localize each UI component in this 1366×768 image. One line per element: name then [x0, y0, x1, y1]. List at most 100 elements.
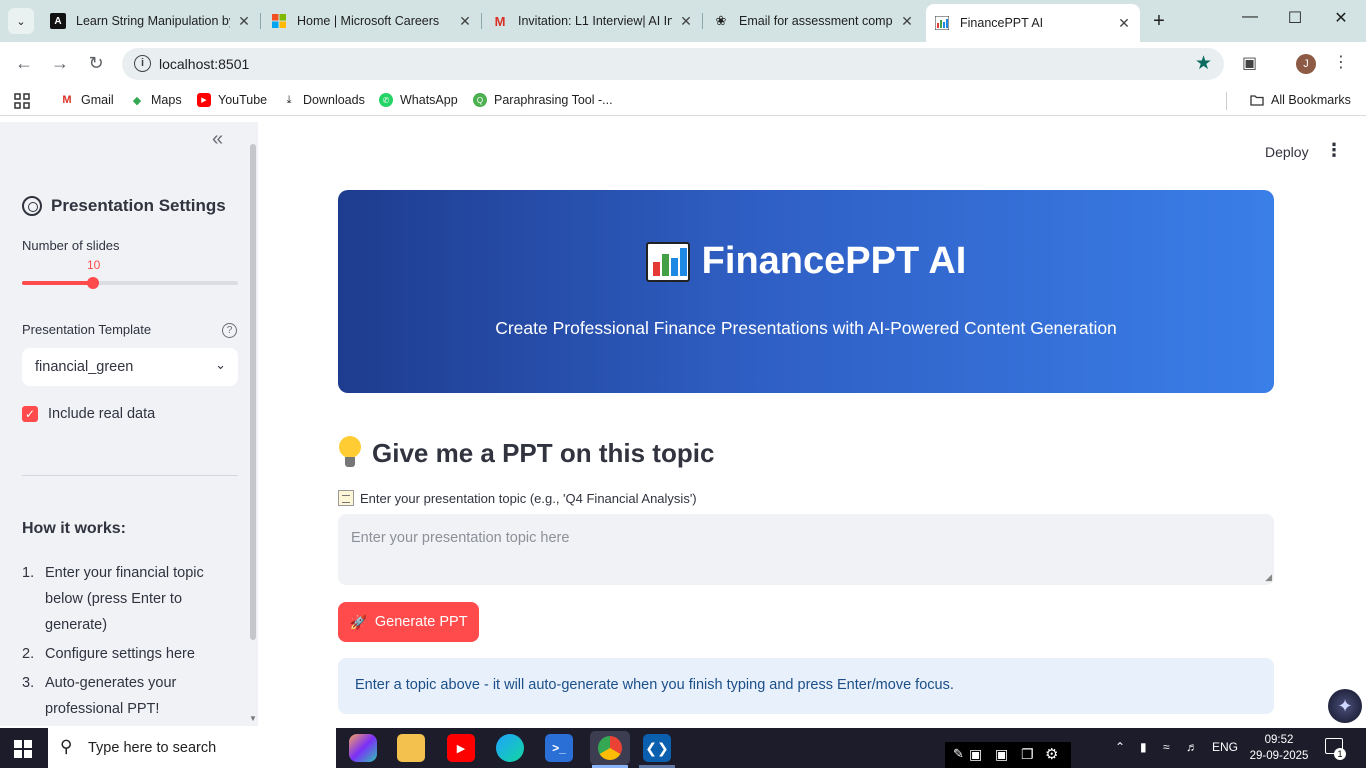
pen-icon[interactable]: ✎ — [953, 746, 964, 762]
chrome-taskbar-button[interactable] — [590, 731, 630, 765]
bookmark-whatsapp[interactable]: ✆ WhatsApp — [379, 93, 458, 107]
close-tab-icon[interactable]: ✕ — [1116, 15, 1132, 32]
video-camera-icon[interactable]: ▣ — [995, 746, 1008, 763]
gear-icon — [22, 196, 42, 216]
minimize-icon[interactable]: — — [1235, 8, 1265, 26]
browser-tab[interactable]: A Learn String Manipulation by ✕ — [42, 6, 261, 36]
resize-handle-icon[interactable]: ◢ — [1265, 572, 1272, 583]
slides-value: 10 — [87, 258, 101, 272]
taskbar-clock[interactable]: 09:52 29-09-2025 — [1249, 732, 1309, 764]
wifi-icon[interactable]: ≈ — [1163, 740, 1170, 754]
copilot-icon[interactable] — [349, 734, 377, 762]
battery-icon[interactable]: ▮ — [1140, 740, 1147, 754]
tab-title: FinancePPT AI — [960, 16, 1044, 30]
chrome-icon — [598, 736, 622, 760]
topic-label-text: Enter your presentation topic (e.g., 'Q4… — [360, 490, 697, 506]
collapse-sidebar-icon[interactable]: « — [212, 128, 223, 151]
forward-arrow-icon[interactable]: → — [48, 53, 72, 74]
all-bookmarks-button[interactable]: All Bookmarks — [1250, 93, 1351, 107]
site-info-icon[interactable]: i — [134, 55, 151, 72]
slider-fill — [22, 281, 93, 285]
windows-taskbar: ⚲ Type here to search ▶ >_ ❮❯ ⌃ ▮ ≈ ♬ EN… — [0, 728, 1366, 768]
file-explorer-icon[interactable] — [397, 734, 425, 762]
url-text[interactable]: localhost:8501 — [159, 56, 249, 72]
template-value: financial_green — [35, 359, 134, 375]
address-bar[interactable]: i localhost:8501 ★ — [122, 48, 1224, 80]
back-arrow-icon[interactable]: ← — [12, 53, 36, 74]
language-indicator[interactable]: ENG — [1212, 740, 1238, 754]
bookmark-maps[interactable]: ◆ Maps — [130, 93, 182, 107]
close-tab-icon[interactable]: ✕ — [899, 13, 915, 30]
bookmark-star-icon[interactable]: ★ — [1195, 52, 1212, 75]
topic-heading-text: Give me a PPT on this topic — [372, 437, 715, 468]
hero-subtitle: Create Professional Finance Presentation… — [495, 318, 1117, 338]
close-tab-icon[interactable]: ✕ — [236, 13, 252, 30]
main-menu-icon[interactable]: ⋮ — [1325, 140, 1343, 161]
download-icon: ⤓ — [286, 93, 292, 106]
taskbar-search[interactable]: ⚲ Type here to search — [48, 728, 336, 768]
step-text: Configure settings here — [45, 646, 195, 662]
extensions-puzzle-icon[interactable]: ▣ — [1242, 53, 1257, 73]
profile-avatar[interactable]: J — [1296, 54, 1316, 74]
vscode-icon[interactable]: ❮❯ — [643, 734, 671, 762]
taskbar-search-placeholder: Type here to search — [88, 740, 217, 756]
powershell-icon[interactable]: >_ — [545, 734, 573, 762]
gmail-icon: M — [62, 94, 72, 106]
close-window-icon[interactable]: ✕ — [1326, 8, 1356, 28]
browser-tab[interactable]: Home | Microsoft Careers ✕ — [263, 6, 482, 36]
bookmark-paraphrasing-tool[interactable]: Q Paraphrasing Tool -... — [473, 93, 613, 107]
topic-heading: Give me a PPT on this topic — [338, 436, 714, 470]
bookmarks-divider — [1226, 92, 1227, 110]
close-tab-icon[interactable]: ✕ — [678, 13, 694, 30]
camera-icon[interactable]: ▣ — [969, 746, 982, 763]
browser-toolbar: ← → ↻ i localhost:8501 ★ — [0, 42, 1366, 86]
template-select[interactable]: financial_green ⌄ — [22, 348, 238, 386]
how-it-works-list: 1. Enter your financial topic below (pre… — [22, 560, 232, 725]
openai-icon: ❀ — [715, 13, 727, 28]
browser-tab[interactable]: M Invitation: L1 Interview| AI In ✕ — [484, 6, 703, 36]
generate-button-label: Generate PPT — [374, 614, 468, 630]
slides-slider[interactable] — [22, 277, 238, 289]
bookmark-label: YouTube — [218, 93, 268, 107]
volume-icon[interactable]: ♬ — [1186, 740, 1198, 754]
windows-icon[interactable]: ❐ — [1021, 746, 1034, 763]
bookmark-youtube[interactable]: ▶ YouTube — [197, 93, 267, 107]
scroll-down-arrow-icon[interactable]: ▼ — [249, 714, 257, 723]
new-tab-plus-icon[interactable]: + — [1148, 10, 1170, 33]
youtube-app-icon[interactable]: ▶ — [447, 734, 475, 762]
slides-label: Number of slides — [22, 238, 120, 253]
generate-ppt-button[interactable]: 🚀 Generate PPT — [338, 602, 479, 642]
close-tab-icon[interactable]: ✕ — [457, 13, 473, 30]
browser-menu-icon[interactable]: ⋮ — [1333, 52, 1349, 72]
sidebar-scrollbar[interactable] — [250, 144, 256, 640]
tray-chevron-up-icon[interactable]: ⌃ — [1115, 740, 1125, 754]
help-icon[interactable]: ? — [222, 323, 237, 338]
include-data-checkbox[interactable]: ✓ — [22, 406, 38, 422]
tab-title: Invitation: L1 Interview| AI In — [518, 14, 672, 28]
apps-grid-icon[interactable] — [14, 93, 30, 109]
browser-tab-active[interactable]: FinancePPT AI ✕ — [926, 4, 1140, 42]
include-data-label[interactable]: Include real data — [48, 406, 155, 422]
tab-search-chevron-icon[interactable]: ⌄ — [8, 8, 34, 34]
bookmark-downloads[interactable]: ⤓ Downloads — [282, 93, 365, 107]
step-text: Auto-generates your professional PPT! — [45, 675, 177, 717]
maximize-icon[interactable]: ☐ — [1280, 8, 1310, 28]
assistant-sparkle-icon[interactable]: ✦ — [1328, 689, 1362, 723]
step-text: Enter your financial topic below (press … — [45, 565, 204, 633]
template-label: Presentation Template — [22, 322, 152, 337]
hero-title: FinancePPT AI — [338, 240, 1274, 283]
browser-tab-bar: ⌄ A Learn String Manipulation by ✕ Home … — [0, 0, 1366, 42]
bookmark-label: Paraphrasing Tool -... — [494, 93, 613, 107]
settings-sidebar: « Presentation Settings Number of slides… — [0, 122, 258, 726]
settings-gear-icon[interactable]: ⚙ — [1045, 745, 1058, 763]
whatsapp-icon: ✆ — [379, 93, 393, 107]
deploy-button[interactable]: Deploy — [1265, 144, 1309, 160]
browser-tab[interactable]: ❀ Email for assessment comple ✕ — [705, 6, 923, 36]
windows-start-icon[interactable] — [14, 740, 32, 758]
topic-textarea[interactable]: Enter your presentation topic here ◢ — [338, 514, 1274, 585]
bookmark-label: Downloads — [303, 93, 365, 107]
edge-browser-icon[interactable] — [496, 734, 524, 762]
slider-thumb[interactable] — [87, 277, 99, 289]
reload-icon[interactable]: ↻ — [84, 53, 108, 74]
bookmark-gmail[interactable]: M Gmail — [60, 93, 113, 107]
